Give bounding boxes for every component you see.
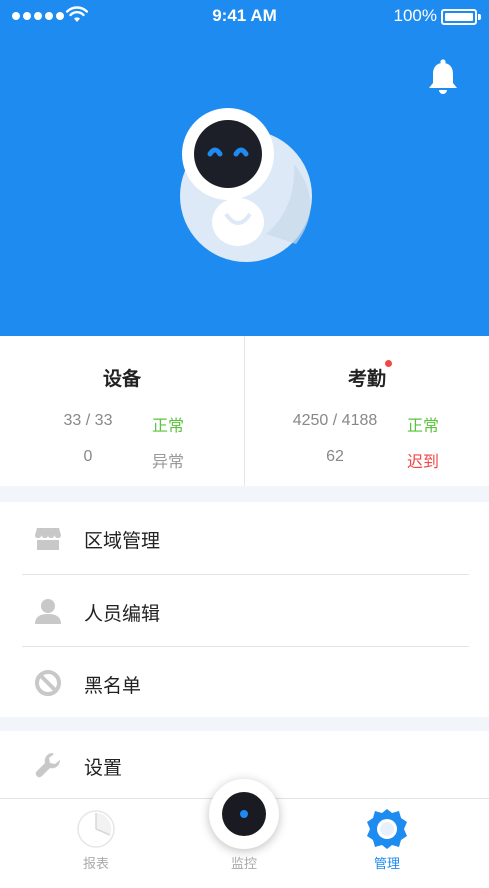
menu-label-people: 人员编辑 [84,603,161,625]
tab-monitor-label: 监控 [230,857,257,872]
pie-chart-icon [77,810,115,848]
device-normal-label: 正常 [152,418,185,435]
summary-stats: 设备 33 / 33 正常 0 异常 考勤 4250 / 4188 正常 62 … [0,336,489,486]
attendance-late-label: 迟到 [407,454,440,471]
attendance-stats-card[interactable]: 考勤 4250 / 4188 正常 62 迟到 [244,336,489,486]
camera-lens-icon [222,792,266,836]
menu-label-blacklist: 黑名单 [84,675,142,697]
device-stats-card[interactable]: 设备 33 / 33 正常 0 异常 [0,336,244,486]
store-icon [35,528,61,550]
device-normal-count: 33 / 33 [63,412,113,429]
menu-item-people-edit[interactable]: 人员编辑 [0,575,489,647]
attendance-title: 考勤 [347,368,386,390]
section-gap [0,486,489,502]
attendance-normal-count: 4250 / 4188 [292,412,378,429]
section-gap [0,717,489,731]
header-banner: 9:41 AM 100% [0,0,489,336]
wrench-icon [35,753,61,778]
attendance-late-count: 62 [326,448,344,465]
notification-dot [385,360,392,367]
battery-percent: 100% [393,6,437,25]
menu-item-area-management[interactable]: 区域管理 [0,502,489,574]
attendance-normal-label: 正常 [407,418,440,435]
gear-icon [367,809,407,849]
tab-manage-label: 管理 [373,857,400,872]
device-title: 设备 [102,368,141,390]
device-abnormal-label: 异常 [152,454,185,471]
battery-icon [441,9,481,25]
tab-report[interactable]: 报表 [36,799,156,888]
robot-mascot [180,108,312,262]
menu-item-blacklist[interactable]: 黑名单 [0,647,489,719]
menu-label-area: 区域管理 [84,530,161,552]
ban-icon [35,670,61,696]
status-bar: 9:41 AM 100% [0,0,489,34]
person-icon [35,599,61,624]
device-abnormal-count: 0 [83,448,93,465]
bell-icon[interactable] [427,58,459,98]
menu-label-settings: 设置 [84,757,123,779]
tab-manage[interactable]: 管理 [327,799,447,888]
tab-report-label: 报表 [82,857,109,872]
monitor-center-button[interactable] [209,779,279,849]
